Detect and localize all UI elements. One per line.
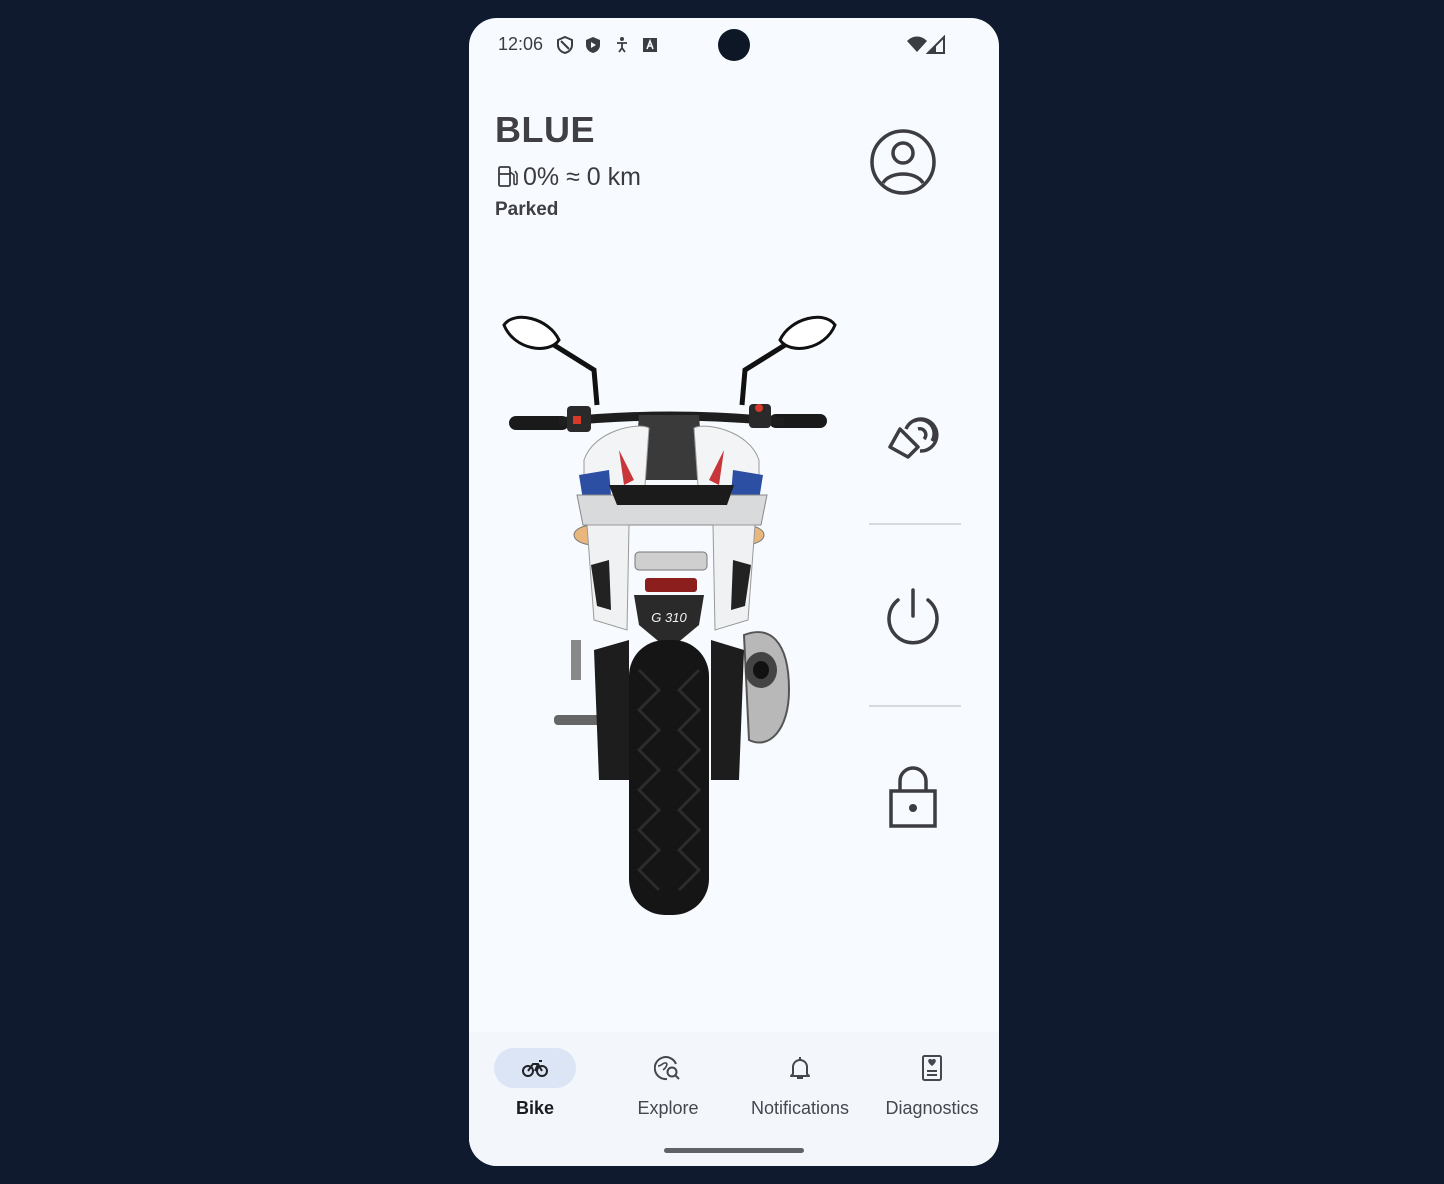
shield-play-icon	[586, 37, 600, 53]
bike-name: BLUE	[495, 109, 595, 150]
globe-search-icon	[654, 1056, 680, 1081]
nav-label-diagnostics: Diagnostics	[885, 1098, 979, 1118]
fuel-row: 0% ≈ 0 km	[497, 162, 641, 192]
account-circle-icon[interactable]	[868, 127, 938, 197]
wifi-icon	[907, 36, 927, 52]
accessibility-icon	[617, 37, 627, 53]
phone-screen: 12:06 BLUE 0% ≈ 0 km Parked G 310 Bike E…	[469, 18, 999, 1166]
nav-item-diagnostics[interactable]: Diagnostics	[866, 1032, 998, 1142]
cell-signal-icon	[926, 35, 945, 54]
controls-divider	[869, 705, 961, 707]
nav-label-notifications: Notifications	[750, 1098, 850, 1118]
status-bar: 12:06	[469, 18, 999, 74]
bike-image: G 310	[502, 315, 837, 915]
status-time: 12:06	[498, 34, 544, 54]
front-camera	[718, 29, 750, 61]
power-icon[interactable]	[878, 582, 948, 652]
locate-bike-icon[interactable]	[878, 399, 948, 469]
model-badge: G 310	[651, 610, 687, 625]
home-indicator[interactable]	[664, 1148, 804, 1153]
fuel-range: 0% ≈ 0 km	[523, 162, 641, 191]
motorcycle-icon	[522, 1060, 548, 1077]
a-box-icon	[643, 38, 657, 52]
controls-divider	[869, 523, 961, 525]
bike-state: Parked	[495, 199, 559, 220]
bottom-nav: Bike Explore Notifications Diagnostics	[469, 1032, 999, 1166]
nav-label-explore: Explore	[637, 1098, 699, 1118]
diagnostics-icon	[922, 1055, 942, 1081]
shield-outline-icon	[557, 35, 573, 55]
nav-item-explore[interactable]: Explore	[602, 1032, 734, 1142]
nav-item-bike[interactable]: Bike	[469, 1032, 601, 1142]
lock-icon[interactable]	[878, 763, 948, 833]
fuel-pump-icon	[498, 166, 518, 187]
bell-icon	[790, 1057, 810, 1079]
nav-label-bike: Bike	[515, 1098, 555, 1118]
nav-item-notifications[interactable]: Notifications	[734, 1032, 866, 1142]
